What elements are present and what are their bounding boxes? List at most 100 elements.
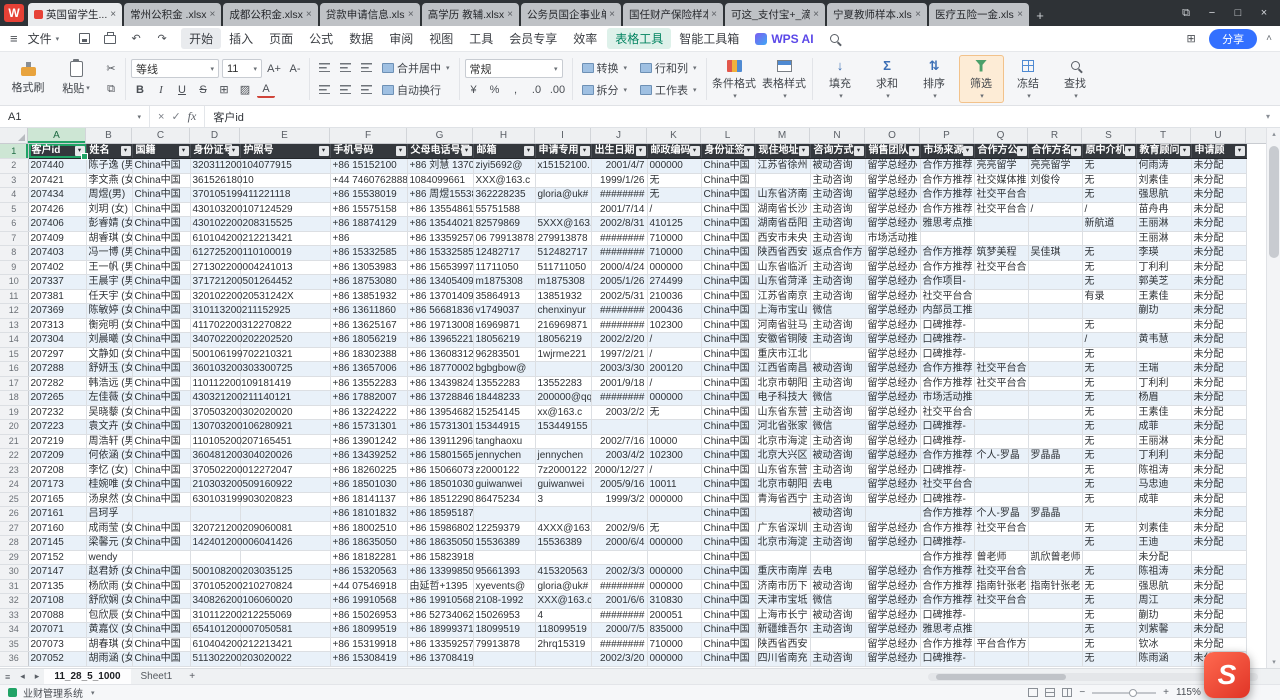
cell[interactable]: 吕珂孚	[86, 507, 132, 522]
filter-dropdown-icon[interactable]: ▾	[75, 146, 85, 156]
cell[interactable]: 13552283	[473, 376, 535, 391]
cell[interactable]: v1749037	[473, 304, 535, 319]
cell[interactable]: 微信	[810, 304, 865, 319]
cell[interactable]: 江苏省徐州	[755, 159, 810, 174]
cell[interactable]: 207434	[28, 188, 86, 203]
cell[interactable]: 2002/5/31	[591, 289, 647, 304]
cell[interactable]: 刘玥 (女)	[86, 202, 132, 217]
filter-dropdown-icon[interactable]: ▾	[229, 146, 239, 156]
cell[interactable]: +86 18141137	[330, 492, 407, 507]
cell[interactable]: China中国	[701, 318, 755, 333]
cell[interactable]: 15536389	[535, 536, 591, 551]
cell[interactable]: 口碑推荐-	[920, 347, 974, 362]
decrease-decimal-button[interactable]: .00	[549, 81, 567, 98]
cell[interactable]	[1028, 623, 1082, 638]
cell[interactable]: +86 19910568	[330, 594, 407, 609]
cell[interactable]: 207288	[28, 362, 86, 377]
filter-dropdown-icon[interactable]: ▾	[636, 146, 646, 156]
cell[interactable]: 207209	[28, 449, 86, 464]
cell[interactable]: 留学总经办	[865, 449, 920, 464]
cell[interactable]: 赵君娇 (女	[86, 565, 132, 580]
cell[interactable]: 2002/3/3	[591, 565, 647, 580]
cell[interactable]: 口碑推荐-	[920, 318, 974, 333]
cell[interactable]: 610104200212213421	[190, 231, 240, 246]
vertical-align-top-button[interactable]	[315, 59, 333, 76]
cell[interactable]	[974, 275, 1028, 290]
cell[interactable]	[974, 289, 1028, 304]
select-all-corner[interactable]	[0, 128, 28, 143]
cell[interactable]: 2002/3/20	[591, 652, 647, 667]
cell[interactable]: 丁利利	[1136, 376, 1191, 391]
cell[interactable]: 重庆市南岸	[755, 565, 810, 580]
row-header[interactable]: 18	[0, 391, 28, 406]
cell[interactable]: 亮亮留学	[974, 159, 1028, 174]
cell[interactable]: 2005/9/16	[591, 478, 647, 493]
header-cell[interactable]: 国籍▾	[132, 144, 190, 159]
cell[interactable]	[1028, 376, 1082, 391]
cell[interactable]: 未分配	[1191, 260, 1246, 275]
cell[interactable]: 207381	[28, 289, 86, 304]
cell[interactable]: +86 1370140948	[407, 289, 473, 304]
sheet-tab[interactable]: Sheet1	[131, 669, 183, 684]
cell[interactable]: /	[1082, 202, 1136, 217]
cell[interactable]: China中国	[701, 304, 755, 319]
cell[interactable]: 未分配	[1191, 579, 1246, 594]
cell[interactable]: 612725200110100019	[190, 246, 240, 261]
cell[interactable]: 000000	[647, 492, 701, 507]
cell[interactable]: 310113200211152925	[190, 304, 240, 319]
cell[interactable]: 由延哲+1395	[407, 579, 473, 594]
cell[interactable]: 合作方推荐	[920, 579, 974, 594]
cell[interactable]: 黄韦慧	[1136, 333, 1191, 348]
cell[interactable]: 18056219	[473, 333, 535, 348]
cell[interactable]: 207304	[28, 333, 86, 348]
zoom-slider-thumb[interactable]	[1129, 689, 1137, 697]
cell[interactable]: 110112200109181419	[190, 376, 240, 391]
cell[interactable]: 207147	[28, 565, 86, 580]
row-header[interactable]: 1	[0, 144, 28, 159]
cell[interactable]: +86 18635050	[330, 536, 407, 551]
next-sheet-icon[interactable]: ▸	[30, 671, 45, 682]
cell[interactable]: 文静如 (女	[86, 347, 132, 362]
cell[interactable]: +86 13657006	[330, 362, 407, 377]
cell[interactable]: 青海省西宁	[755, 492, 810, 507]
cell[interactable]: 1999/1/26	[591, 173, 647, 188]
cell[interactable]: China中国	[701, 420, 755, 435]
cell[interactable]: 无	[1082, 652, 1136, 667]
cell[interactable]	[535, 362, 591, 377]
zoom-in-button[interactable]: +	[1163, 687, 1169, 698]
header-cell[interactable]: 咨询方式▾	[810, 144, 865, 159]
cell[interactable]: 无	[1082, 362, 1136, 377]
column-header-I[interactable]: I	[535, 128, 591, 143]
cell[interactable]: 胡春琪 (女	[86, 637, 132, 652]
row-header[interactable]: 11	[0, 289, 28, 304]
header-cell[interactable]: 合作方名▾	[1028, 144, 1082, 159]
menu-item[interactable]: 审阅	[381, 28, 421, 49]
menu-item[interactable]: 公式	[301, 28, 341, 49]
cell[interactable]: 200000@qq	[535, 391, 591, 406]
filter-dropdown-icon[interactable]: ▾	[462, 146, 472, 156]
sheet-list-icon[interactable]: ≡	[0, 672, 15, 682]
cell[interactable]: 无	[1082, 608, 1136, 623]
cell[interactable]	[1028, 434, 1082, 449]
cell[interactable]: +86 13053983	[330, 260, 407, 275]
cell[interactable]: 未分配	[1191, 420, 1246, 435]
cell[interactable]: +86 13611860	[330, 304, 407, 319]
cell[interactable]: 200120	[647, 362, 701, 377]
cell[interactable]: 未分配	[1191, 434, 1246, 449]
cell[interactable]: 北京大兴区	[755, 449, 810, 464]
cell[interactable]: 无	[1082, 449, 1136, 464]
header-cell[interactable]: 父母电话号码▾	[407, 144, 473, 159]
cell[interactable]: 主动咨询	[810, 289, 865, 304]
cell[interactable]: 207161	[28, 507, 86, 522]
cell[interactable]: ########	[591, 246, 647, 261]
cell[interactable]: 被动咨询	[810, 159, 865, 174]
cell[interactable]: 无	[1082, 478, 1136, 493]
cell[interactable]: 合作方推荐	[920, 594, 974, 609]
cell[interactable]: 江苏省南京	[755, 289, 810, 304]
cell[interactable]: 西安市未央	[755, 231, 810, 246]
cell[interactable]: 370105200210270824	[190, 579, 240, 594]
cell[interactable]	[974, 492, 1028, 507]
cell[interactable]	[1028, 391, 1082, 406]
cell[interactable]: 成雨莹 (女	[86, 521, 132, 536]
cell[interactable]: 被动咨询	[810, 579, 865, 594]
